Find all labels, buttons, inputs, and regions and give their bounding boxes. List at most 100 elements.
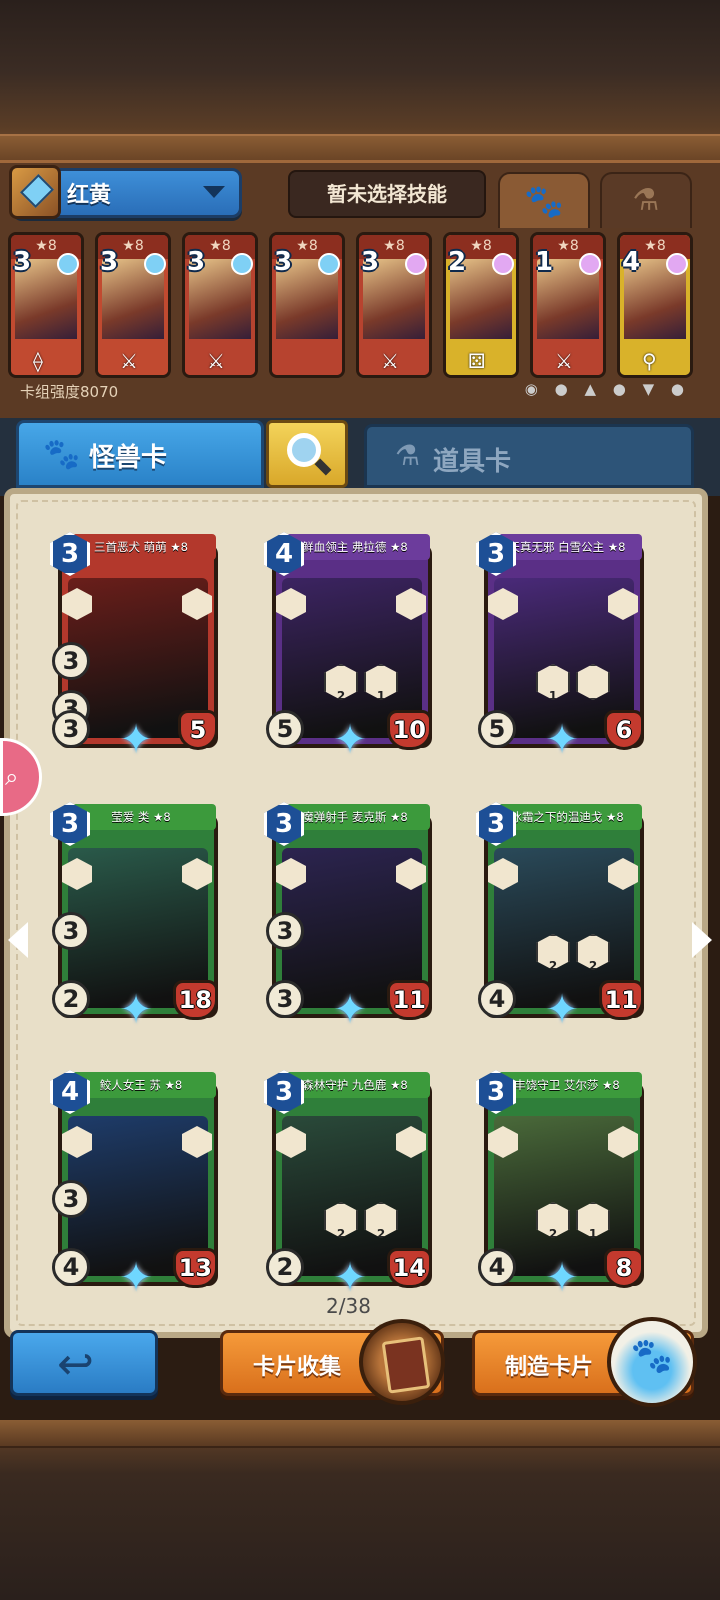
weapon-icon: ⚔ [120,349,138,373]
weapon-icon: ⚔ [381,349,399,373]
star-rank-icon: ✦ [545,987,579,1033]
card-stat: 3 [266,912,304,950]
card-attack: 3 [52,710,90,748]
star-rank-icon: ✦ [119,1255,153,1301]
rarity-gem-icon [318,253,340,275]
back-arrow-icon: ↩ [57,1339,94,1390]
rarity-gem-icon [57,253,79,275]
card-attack: 4 [478,980,516,1018]
deck-card-cost: 4 [622,247,641,277]
search-button[interactable] [266,420,348,488]
deck-card-cost: 2 [448,247,467,277]
deck-card[interactable]: ★8 2 ⚄ [443,232,519,378]
card-attack: 2 [266,1248,304,1286]
star-rank-icon: ✦ [119,987,153,1033]
deck-card[interactable]: ★8 3 ⚔ [356,232,432,378]
rarity-gem-icon [492,253,514,275]
tab-monster-label: 怪兽卡 [89,443,168,473]
bottom-wood-frame [0,1420,720,1600]
monster-card[interactable]: 鲛人女王 苏 ★8 4 3 4 13 ✦ [50,1070,220,1301]
deck-card-cost: 3 [100,247,119,277]
card-health: 11 [386,980,432,1020]
card-health: 14 [386,1248,432,1288]
paw-icon: 🐾 [524,182,564,220]
monster-card[interactable]: 魔弹射手 麦克斯 ★8 3 3 3 11 ✦ [264,802,434,1030]
rarity-gem-icon [144,253,166,275]
deck-card[interactable]: ★8 3 ⟠ [8,232,84,378]
deck-book-icon [9,165,61,219]
tribe-icons: ◉ ● ▲ ● ▼ ● [524,380,690,398]
card-stat: 3 [52,912,90,950]
tab-item-cards[interactable]: ⚗ 道具卡 [364,424,694,488]
monster-card[interactable]: 丰饶守卫 艾尔莎 ★8 3 2 1 4 8 ✦ [476,1070,646,1301]
card-attack: 5 [478,710,516,748]
card-collection-label: 卡片收集 [253,1355,342,1380]
card-attack: 3 [266,980,304,1018]
deck-card[interactable]: ★8 4 ⚲ [617,232,693,378]
card-stat: 3 [52,642,90,680]
deck-strength: 卡组强度8070 [20,383,119,401]
rarity-gem-icon [579,253,601,275]
weapon-icon: ⚄ [468,349,486,373]
craft-card-button[interactable]: 制造卡片 🐾 [472,1317,697,1407]
magnifier-icon: ⌕ [5,763,19,791]
deck-card-cost: 3 [13,247,32,277]
card-health: 8 [604,1248,644,1288]
tab-monster-cards[interactable]: 🐾 怪兽卡 [16,420,264,488]
deck-card-cost: 3 [361,247,380,277]
card-health: 10 [386,710,432,750]
star-rank-icon: ✦ [545,1255,579,1301]
weapon-icon: ⚔ [555,349,573,373]
potion-icon: ⚗ [395,439,421,472]
card-attack: 5 [266,710,304,748]
prev-page-arrow-icon[interactable] [8,922,28,958]
card-collection-button[interactable]: 卡片收集 [220,1319,445,1405]
card-health: 6 [604,710,644,750]
tab-item-potion[interactable]: ⚗ [600,172,692,228]
deck-name: 红黄 [67,183,112,208]
weapon-icon: ⚲ [642,349,657,373]
star-rank-icon: ✦ [333,1255,367,1301]
next-page-arrow-icon[interactable] [692,922,712,958]
card-stat: 3 [52,1180,90,1218]
card-attack: 4 [52,1248,90,1286]
card-attack: 4 [478,1248,516,1286]
card-collection-icon [359,1319,445,1405]
craft-card-label: 制造卡片 [505,1355,594,1380]
monster-card[interactable]: 莹爱 类 ★8 3 3 2 18 ✦ [50,802,220,1033]
deck-card-cost: 3 [187,247,206,277]
monster-card[interactable]: 冰霜之下的温迪戈 ★8 3 2 2 4 11 ✦ [476,802,646,1033]
chevron-down-icon [203,186,225,198]
deck-card-strip: ★8 3 ⟠ ★8 3 ⚔ ★8 3 ⚔ ★8 3 ★8 3 ⚔ ★8 2 ⚄ ★8 1 ⚔ ★8 4 ⚲ [8,232,712,382]
back-button[interactable]: ↩ [10,1330,158,1396]
potion-icon: ⚗ [632,183,660,218]
rarity-gem-icon [405,253,427,275]
star-rank-icon: ✦ [119,717,153,763]
deck-card-cost: 3 [274,247,293,277]
deck-card[interactable]: ★8 3 [269,232,345,378]
star-rank-icon: ✦ [333,717,367,763]
deck-selector[interactable]: 红黄 [9,165,242,219]
card-health: 13 [172,1248,218,1288]
monster-card[interactable]: 鲜血领主 弗拉德 ★8 4 2 1 5 10 ✦ [264,532,434,763]
card-health: 11 [598,980,644,1020]
rarity-gem-icon [231,253,253,275]
page-indicator: 2/38 [326,1294,371,1318]
top-wood-frame [0,0,720,160]
skill-select-button[interactable]: 暂未选择技能 [288,170,486,218]
card-health: 5 [178,710,218,750]
monster-card[interactable]: 天真无邪 白雪公主 ★8 3 1 5 6 ✦ [476,532,646,763]
deck-card[interactable]: ★8 3 ⚔ [182,232,258,378]
deck-card[interactable]: ★8 3 ⚔ [95,232,171,378]
monster-card[interactable]: 森林守护 九色鹿 ★8 3 2 2 2 14 ✦ [264,1070,434,1301]
weapon-icon: ⟠ [33,349,43,373]
paw-potion-icon: 🐾 [607,1317,697,1407]
deck-card-cost: 1 [535,247,554,277]
tab-item-label: 道具卡 [433,447,512,477]
tab-monster-paw[interactable]: 🐾 [498,172,590,228]
paw-icon: 🐾 [43,437,81,472]
rarity-gem-icon [666,253,688,275]
deck-card[interactable]: ★8 1 ⚔ [530,232,606,378]
monster-card[interactable]: 三首恶犬 萌萌 ★8 3 3 3 3 5 ✦ [50,532,220,763]
star-rank-icon: ✦ [545,717,579,763]
